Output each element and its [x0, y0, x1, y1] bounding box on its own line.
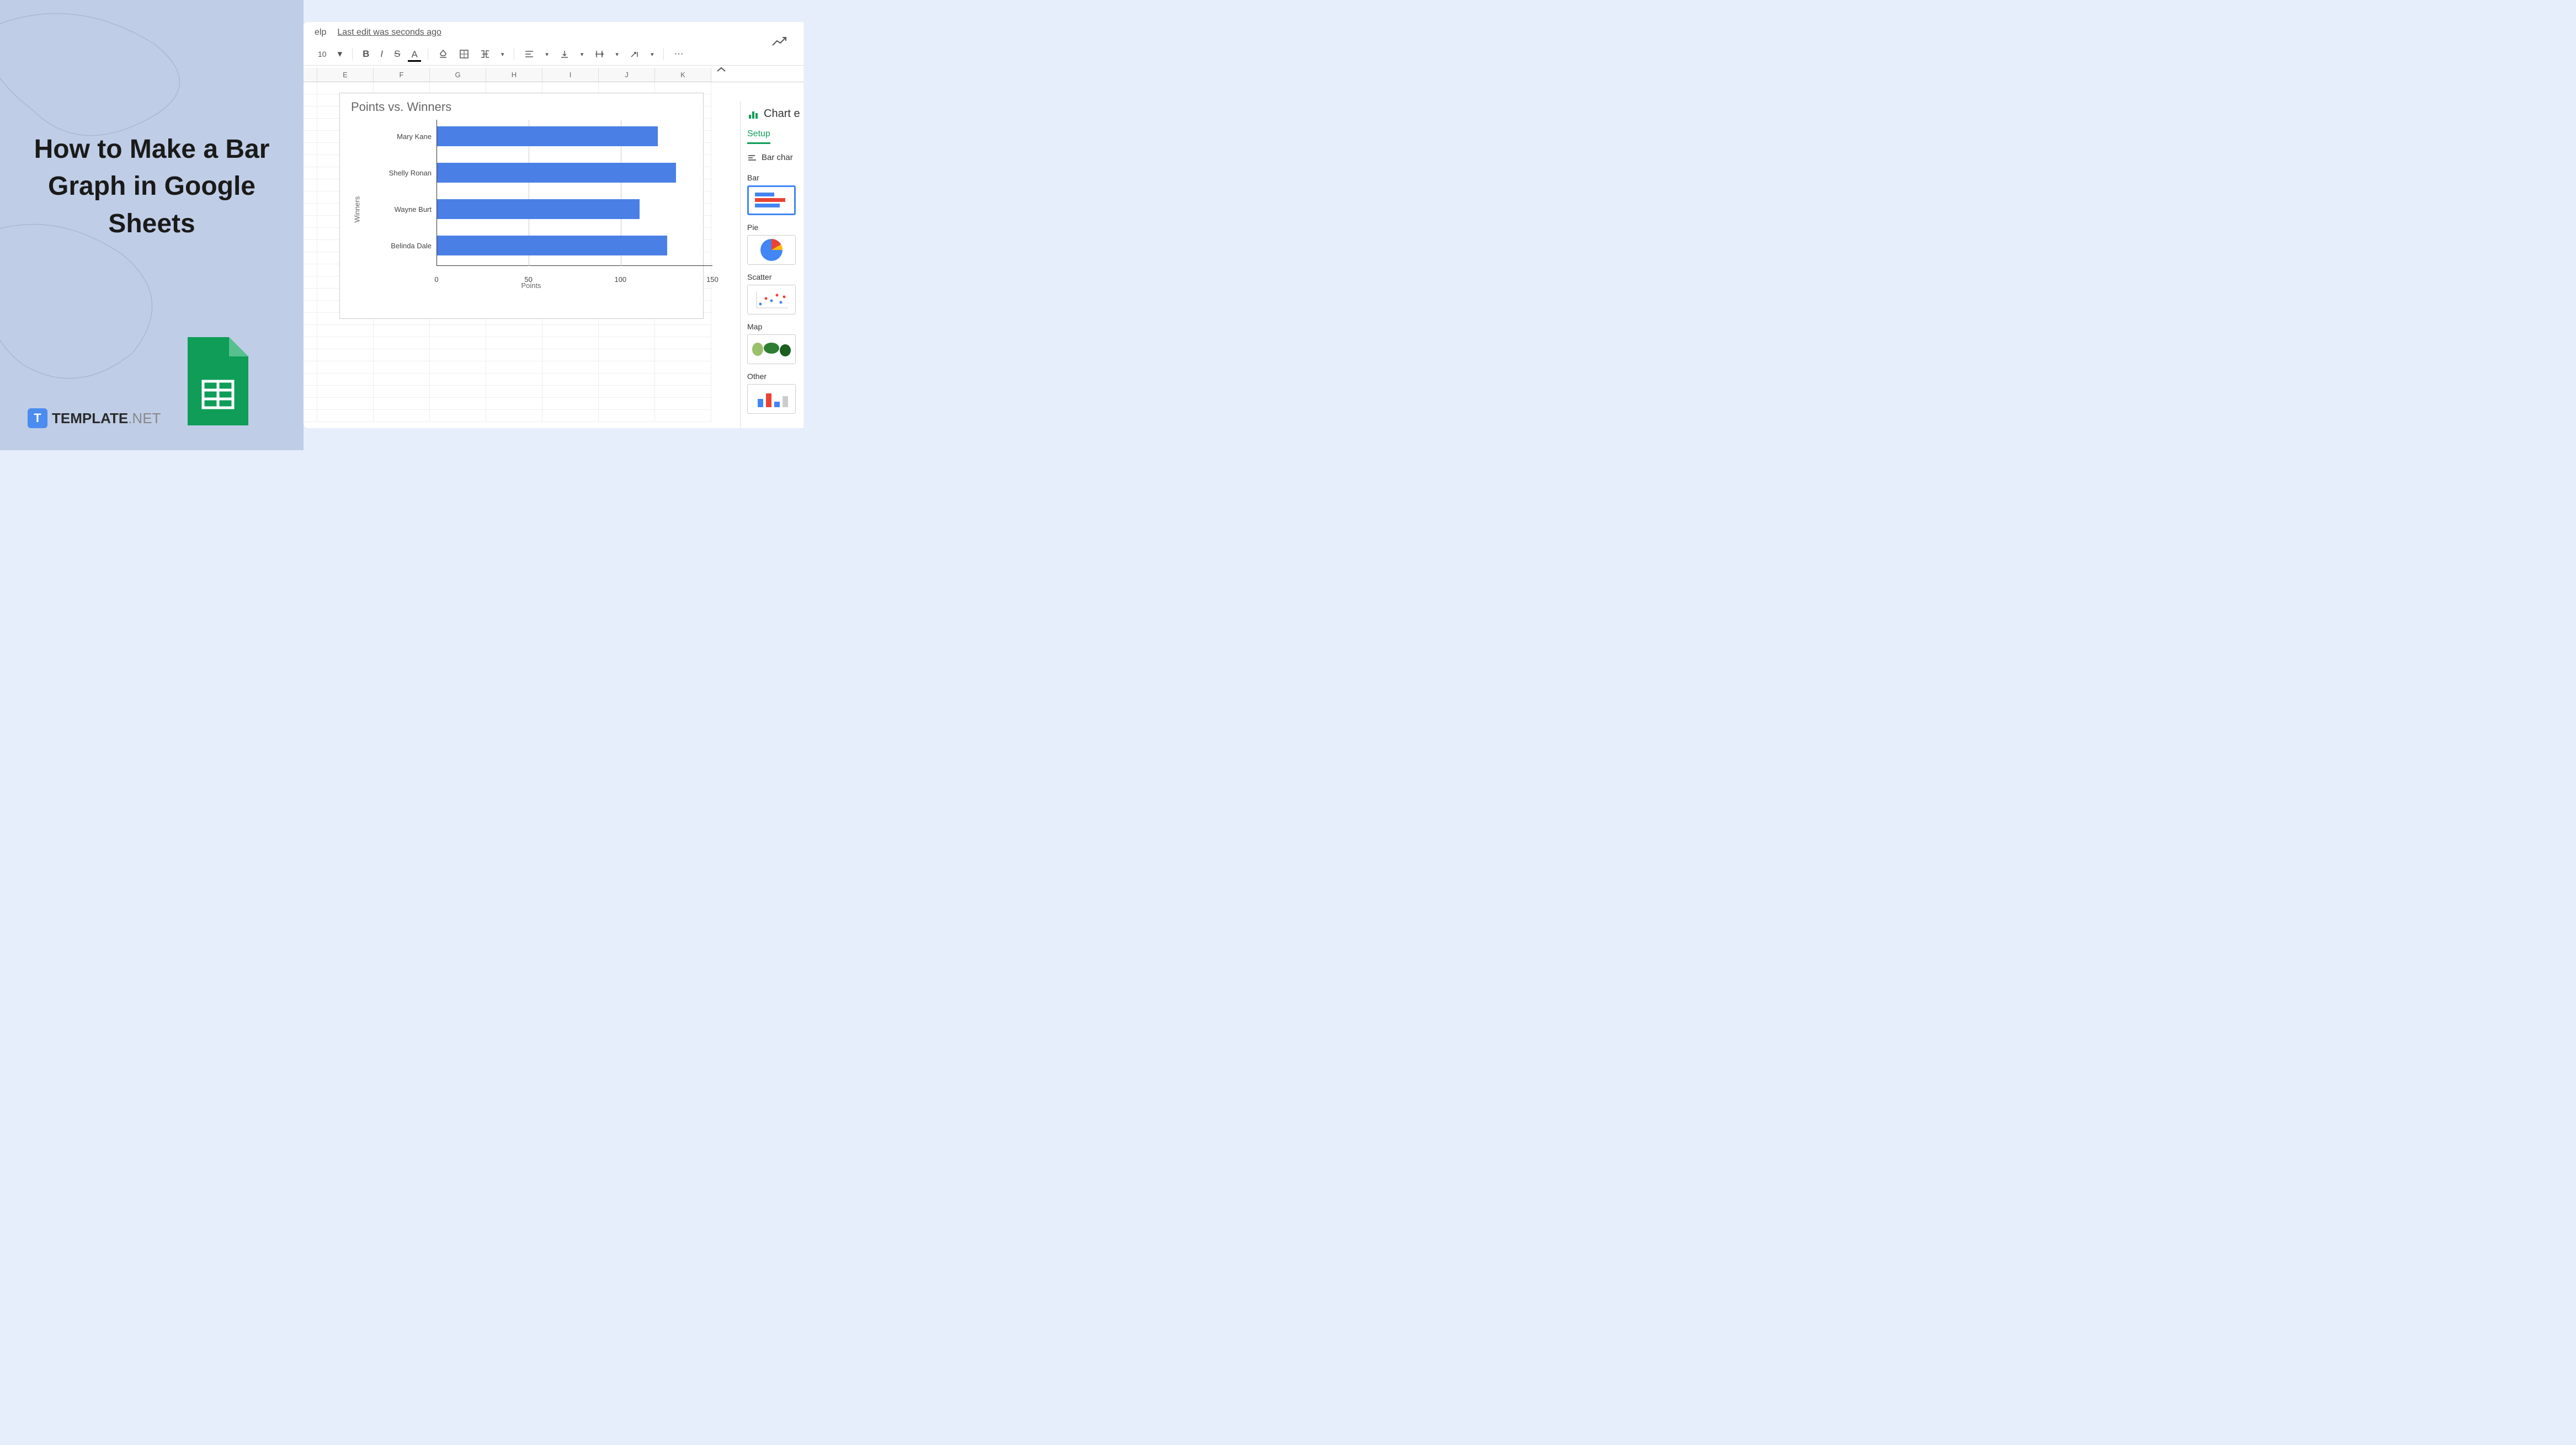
wrap-button[interactable] — [591, 47, 608, 61]
merge-dropdown-icon[interactable]: ▾ — [498, 49, 508, 60]
templatenet-logo: T TEMPLATE.NET — [28, 408, 161, 428]
italic-button[interactable]: I — [377, 46, 386, 62]
spreadsheet-area: E F G H I J K Points vs. Winners Winners… — [304, 68, 803, 422]
pie-chart-thumb[interactable] — [747, 235, 796, 265]
menu-row: elp Last edit was seconds ago — [304, 22, 803, 43]
chart-box[interactable]: Points vs. Winners Winners Mary KaneShel… — [339, 93, 704, 319]
fill-color-button[interactable] — [435, 47, 451, 61]
font-size-dropdown-icon[interactable]: ▾ — [334, 46, 346, 62]
other-chart-thumb[interactable] — [747, 384, 796, 414]
bars-area: Mary KaneShelly RonanWayne BurtBelinda D… — [437, 120, 712, 266]
chart-bar — [437, 236, 667, 255]
map-chart-thumb[interactable] — [747, 334, 796, 364]
x-axis-label: Points — [521, 281, 541, 290]
category-other: Other — [747, 372, 803, 414]
rotate-button[interactable] — [626, 47, 643, 61]
templatenet-icon: T — [28, 408, 47, 428]
valign-button[interactable] — [556, 47, 573, 61]
bold-button[interactable]: B — [359, 46, 372, 62]
borders-button[interactable] — [456, 47, 472, 61]
category-pie: Pie — [747, 223, 803, 265]
setup-tab[interactable]: Setup — [747, 129, 770, 144]
font-size-value[interactable]: 10 — [315, 47, 330, 61]
last-edit-link[interactable]: Last edit was seconds ago — [337, 28, 441, 38]
left-title-panel: How to Make a Bar Graph in Google Sheets — [0, 0, 304, 450]
page-title: How to Make a Bar Graph in Google Sheets — [28, 131, 276, 242]
chart-plot: Winners Mary KaneShelly RonanWayne BurtB… — [370, 120, 692, 291]
toolbar: 10 ▾ B I S A ▾ ▾ ▾ ▾ ▾ — [304, 43, 803, 66]
wrap-dropdown-icon[interactable]: ▾ — [612, 49, 622, 60]
rotate-dropdown-icon[interactable]: ▾ — [647, 49, 657, 60]
valign-dropdown-icon[interactable]: ▾ — [577, 49, 587, 60]
category-scatter: Scatter — [747, 273, 803, 314]
editor-header: Chart e — [747, 108, 803, 120]
merge-button[interactable] — [477, 47, 493, 61]
category-bar: Bar — [747, 173, 803, 215]
chart-title: Points vs. Winners — [351, 100, 692, 114]
halign-button[interactable] — [521, 47, 537, 61]
trend-icon[interactable] — [771, 33, 787, 50]
column-headers: E F G H I J K — [304, 68, 803, 82]
col-header[interactable]: E — [317, 68, 374, 82]
editor-title: Chart e — [764, 108, 800, 120]
strikethrough-button[interactable]: S — [391, 46, 403, 62]
col-header[interactable]: H — [486, 68, 542, 82]
y-axis-label: Winners — [353, 196, 361, 223]
grid-container[interactable]: E F G H I J K Points vs. Winners Winners… — [304, 68, 803, 422]
col-header[interactable]: K — [655, 68, 711, 82]
bar-chart-thumb[interactable] — [747, 185, 796, 215]
help-menu[interactable]: elp — [315, 28, 326, 38]
col-header[interactable]: J — [599, 68, 655, 82]
chart-icon — [747, 108, 759, 120]
chart-bar — [437, 199, 640, 219]
halign-dropdown-icon[interactable]: ▾ — [542, 49, 552, 60]
col-header[interactable]: G — [430, 68, 486, 82]
category-map: Map — [747, 322, 803, 364]
google-sheets-window: elp Last edit was seconds ago 10 ▾ B I S… — [304, 22, 803, 428]
text-color-button[interactable]: A — [408, 47, 421, 62]
google-sheets-logo — [182, 334, 254, 428]
scatter-chart-thumb[interactable] — [747, 285, 796, 314]
chart-editor-panel: Chart e Setup Bar char Bar Pie — [740, 101, 803, 428]
chart-type-selector[interactable]: Bar char — [747, 150, 803, 166]
col-header[interactable]: F — [374, 68, 430, 82]
chart-bar — [437, 163, 676, 183]
templatenet-text: TEMPLATE.NET — [52, 410, 161, 427]
chart-bar — [437, 126, 658, 146]
bar-chart-icon — [747, 154, 757, 162]
more-button[interactable]: ⋯ — [670, 46, 686, 62]
col-header[interactable]: I — [542, 68, 599, 82]
